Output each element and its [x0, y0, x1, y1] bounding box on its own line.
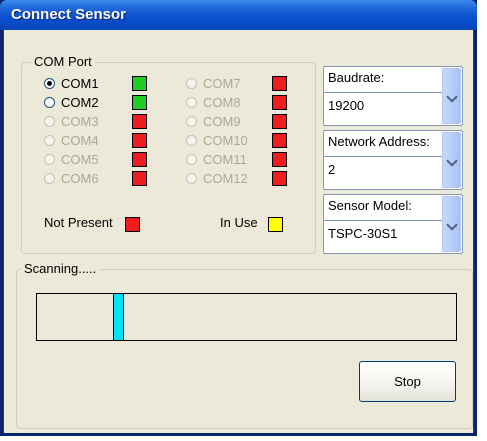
com-port-status-indicator — [132, 171, 147, 186]
baudrate-dropdown-button[interactable] — [442, 68, 461, 124]
scanning-label: Scanning..... — [21, 261, 100, 276]
com-port-status-indicator — [132, 76, 147, 91]
com-port-status-indicator — [272, 76, 287, 91]
radio-button — [44, 173, 55, 184]
com-port-option-com9: COM9 — [186, 113, 288, 131]
baudrate-label: Baudrate: — [328, 70, 385, 85]
com-port-option-com3: COM3 — [44, 113, 148, 131]
com-port-option-com6: COM6 — [44, 170, 148, 188]
stop-button-label: Stop — [394, 374, 421, 389]
com-port-option-com12: COM12 — [186, 170, 288, 188]
com-port-option-com11: COM11 — [186, 151, 288, 169]
com-port-label: COM8 — [203, 95, 241, 110]
stop-button[interactable]: Stop — [359, 361, 456, 402]
com-port-label: COM5 — [61, 152, 99, 167]
com-port-status-indicator — [272, 152, 287, 167]
com-port-option-com4: COM4 — [44, 132, 148, 150]
radio-button — [186, 173, 197, 184]
network-address-label: Network Address: — [328, 134, 430, 149]
com-port-status-indicator — [132, 152, 147, 167]
network-address-dropdown-button[interactable] — [442, 132, 461, 188]
baudrate-value[interactable]: 19200 — [328, 98, 364, 113]
radio-button — [44, 135, 55, 146]
network-address-separator — [324, 156, 442, 157]
radio-button — [186, 78, 197, 89]
com-port-label: COM1 — [61, 76, 99, 91]
not-present-label: Not Present — [44, 215, 113, 230]
sensor-model-value[interactable]: TSPC-30S1 — [328, 226, 397, 241]
com-port-option-com2[interactable]: COM2 — [44, 94, 148, 112]
com-port-label: COM10 — [203, 133, 248, 148]
com-port-status-indicator — [132, 114, 147, 129]
baudrate-combo[interactable]: Baudrate: 19200 — [323, 66, 463, 126]
radio-button — [186, 116, 197, 127]
scan-progress-bar — [36, 293, 457, 341]
com-port-option-com5: COM5 — [44, 151, 148, 169]
sensor-model-separator — [324, 220, 442, 221]
com-port-label: COM3 — [61, 114, 99, 129]
com-port-label: COM7 — [203, 76, 241, 91]
radio-button — [44, 154, 55, 165]
title-bar[interactable]: Connect Sensor — [0, 0, 477, 30]
not-present-indicator — [125, 217, 140, 232]
in-use-label: In Use — [220, 215, 258, 230]
radio-button — [44, 116, 55, 127]
com-port-status-indicator — [272, 133, 287, 148]
com-port-label: COM9 — [203, 114, 241, 129]
com-port-label: COM2 — [61, 95, 99, 110]
chevron-down-icon — [446, 155, 458, 167]
com-port-status-indicator — [132, 133, 147, 148]
com-port-option-com7: COM7 — [186, 75, 288, 93]
window-title: Connect Sensor — [11, 6, 127, 23]
baudrate-separator — [324, 92, 442, 93]
com-port-status-indicator — [132, 95, 147, 110]
com-port-status-indicator — [272, 171, 287, 186]
com-port-label: COM6 — [61, 171, 99, 186]
radio-button — [186, 97, 197, 108]
com-port-option-com10: COM10 — [186, 132, 288, 150]
com-port-group-label: COM Port — [31, 54, 95, 69]
network-address-value[interactable]: 2 — [328, 162, 335, 177]
radio-selected-dot — [47, 81, 52, 86]
sensor-model-combo[interactable]: Sensor Model: TSPC-30S1 — [323, 194, 463, 254]
network-address-combo[interactable]: Network Address: 2 — [323, 130, 463, 190]
chevron-down-icon — [446, 219, 458, 231]
radio-button — [186, 154, 197, 165]
com-port-status-indicator — [272, 95, 287, 110]
com-port-option-com8: COM8 — [186, 94, 288, 112]
com-port-label: COM4 — [61, 133, 99, 148]
sensor-model-label: Sensor Model: — [328, 198, 412, 213]
radio-button[interactable] — [44, 78, 55, 89]
com-port-option-com1[interactable]: COM1 — [44, 75, 148, 93]
com-port-label: COM11 — [203, 152, 247, 167]
com-port-status-indicator — [272, 114, 287, 129]
progress-indicator — [113, 294, 124, 340]
com-port-label: COM12 — [203, 171, 248, 186]
in-use-indicator — [268, 217, 283, 232]
radio-button[interactable] — [44, 97, 55, 108]
radio-button — [186, 135, 197, 146]
connect-sensor-window: Connect Sensor COM Port COM1 COM2 COM3 COM4… — [0, 0, 477, 436]
sensor-model-dropdown-button[interactable] — [442, 196, 461, 252]
com-port-group: COM Port COM1 COM2 COM3 COM4 COM5 COM6 COM7 COM… — [21, 54, 316, 254]
chevron-down-icon — [446, 91, 458, 103]
